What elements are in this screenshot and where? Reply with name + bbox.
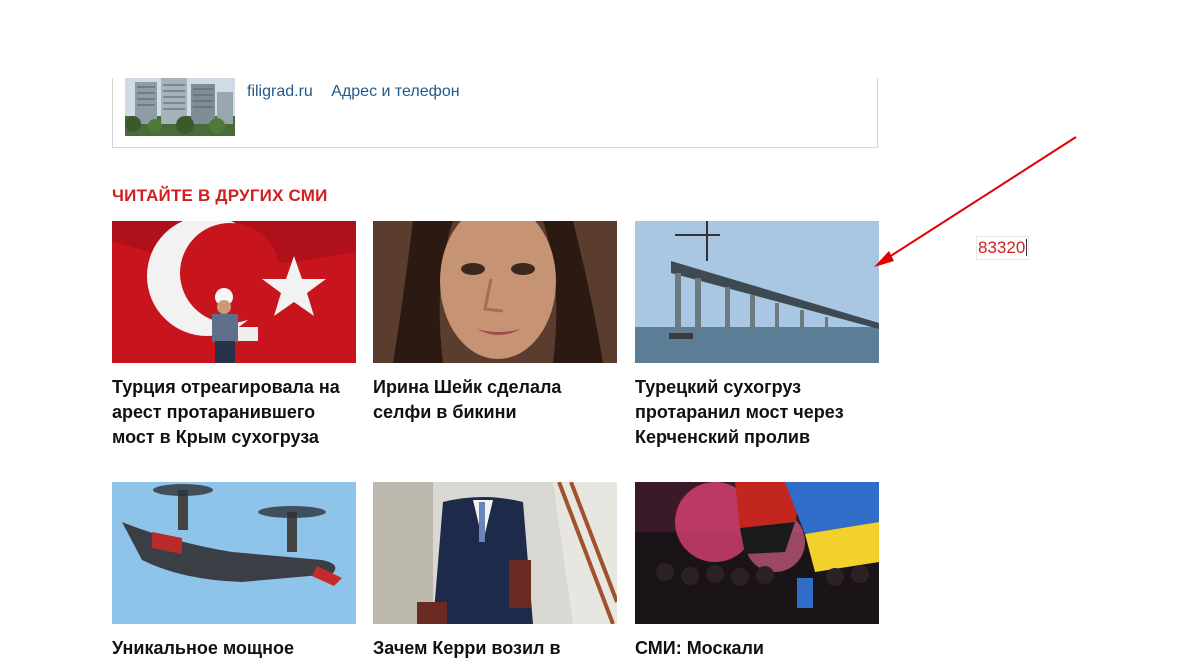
annotation-counter-text: 83320: [978, 238, 1026, 257]
annotation-arrow: [874, 136, 1077, 267]
text-caret: [1026, 239, 1028, 256]
annotation-text-box[interactable]: 83320: [976, 236, 1030, 260]
